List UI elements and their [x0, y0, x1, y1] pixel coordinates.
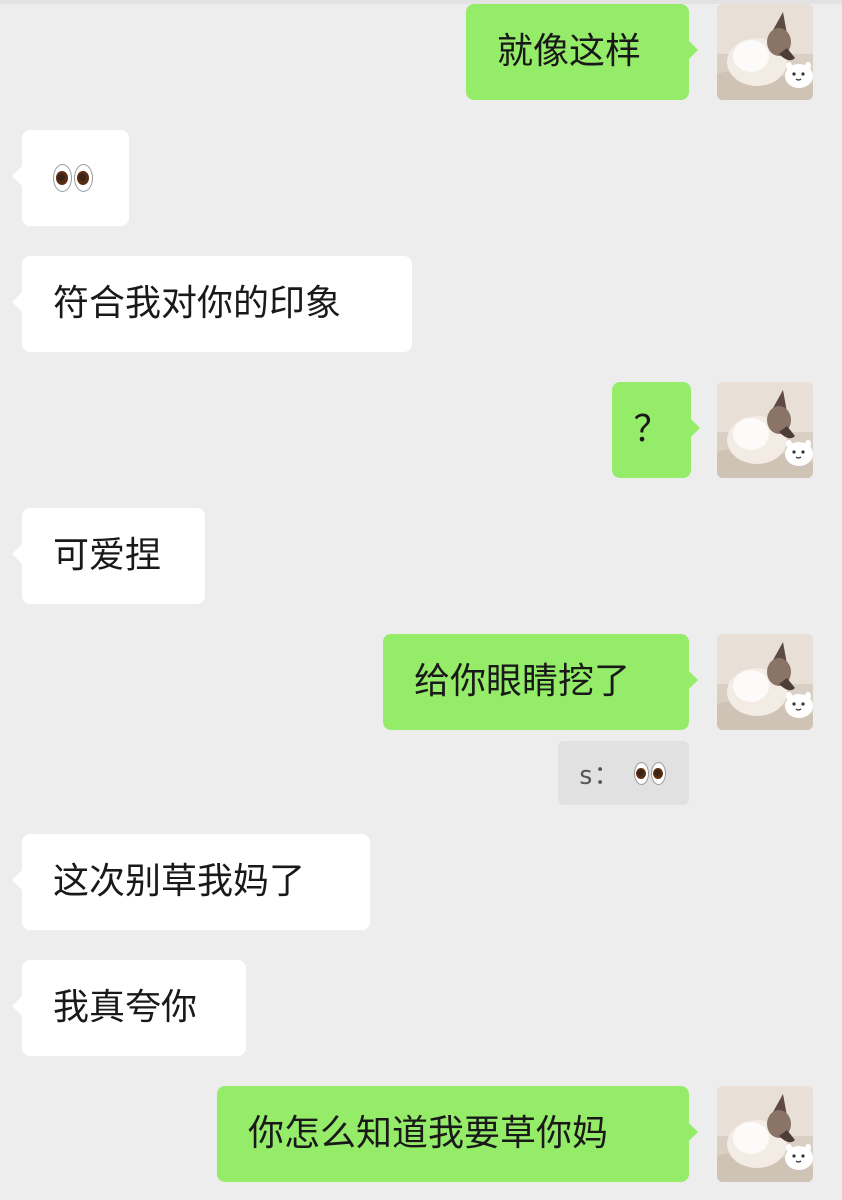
cat-avatar-icon[interactable] [717, 634, 813, 730]
cat-avatar-icon[interactable] [717, 382, 813, 478]
top-divider [0, 0, 842, 4]
message-text: 这次别草我妈了 [53, 861, 306, 902]
message-text: 我真夸你 [53, 987, 198, 1028]
outgoing-message-bubble[interactable]: 给你眼睛挖了 [383, 634, 698, 730]
message-text: 符合我对你的印象 [53, 283, 342, 324]
quote-text: s： [578, 760, 620, 791]
incoming-message-bubble[interactable] [12, 130, 129, 226]
eyes-emoji-icon [53, 164, 93, 192]
message-text: 给你眼睛挖了 [414, 661, 631, 702]
incoming-message-bubble[interactable]: 这次别草我妈了 [12, 834, 370, 930]
cat-avatar-icon[interactable] [717, 4, 813, 100]
outgoing-message-bubble[interactable]: ？ [612, 382, 700, 478]
incoming-message-bubble[interactable]: 可爱捏 [12, 508, 205, 604]
outgoing-message-bubble[interactable]: 就像这样 [466, 4, 698, 100]
message-text: ？ [633, 409, 670, 450]
message-text: 就像这样 [497, 31, 642, 72]
incoming-message-bubble[interactable]: 我真夸你 [12, 960, 246, 1056]
eyes-emoji-icon [633, 761, 666, 785]
incoming-message-bubble[interactable]: 符合我对你的印象 [12, 256, 412, 352]
outgoing-message-bubble[interactable]: 你怎么知道我要草你妈 [217, 1086, 698, 1182]
message-text: 你怎么知道我要草你妈 [248, 1113, 609, 1154]
message-text: 可爱捏 [53, 535, 162, 576]
cat-avatar-icon[interactable] [717, 1086, 813, 1182]
quoted-message[interactable]: s： [558, 741, 689, 805]
